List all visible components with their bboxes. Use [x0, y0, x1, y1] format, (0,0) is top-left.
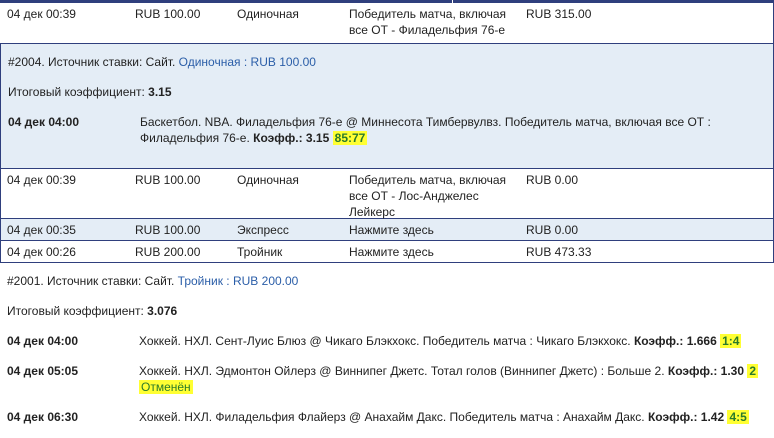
bet-selection: Победитель матча, включая все ОТ - Филад… — [349, 6, 506, 38]
event-score-badge: 1:4 — [720, 334, 742, 348]
detail-header: #2001. Источник ставки: Сайт. Тройник : … — [7, 274, 299, 288]
total-coef: Итоговый коэффициент: 3.15 — [8, 85, 172, 99]
bet-detail-2001: #2001. Источник ставки: Сайт. Тройник : … — [0, 263, 774, 438]
event-coef: Коэфф.: 1.42 — [647, 410, 725, 424]
click-here-link[interactable]: Нажмите здесь — [349, 244, 434, 260]
bet-type: Экспресс — [237, 223, 289, 237]
event-description: Хоккей. НХЛ. Сент-Луис Блюз @ Чикаго Блэ… — [139, 334, 742, 348]
bet-payout: RUB 473.33 — [526, 245, 592, 259]
bet-selection-line: все ОТ - Филадельфия 76-е — [349, 23, 506, 37]
bet-row[interactable]: 04 дек 00:39 RUB 100.00 Одиночная Победи… — [0, 3, 774, 44]
event-score-badge: 2 — [747, 364, 759, 378]
bet-row[interactable]: 04 дек 00:39 RUB 100.00 Одиночная Победи… — [0, 169, 774, 219]
bet-type: Одиночная — [237, 173, 299, 187]
bet-payout: RUB 0.00 — [526, 173, 579, 187]
bet-date: 04 дек 00:26 — [7, 245, 76, 259]
bet-type: Тройник — [237, 245, 283, 259]
event-description: Хоккей. НХЛ. Эдмонтон Ойлерз @ Виннипег … — [139, 364, 759, 394]
bet-date: 04 дек 00:39 — [7, 173, 76, 187]
event-description: Баскетбол. NBA. Филадельфия 76-е @ Минне… — [140, 115, 711, 145]
bet-amount: RUB 100.00 — [135, 223, 201, 237]
click-here-link[interactable]: Нажмите здесь — [349, 222, 434, 238]
event-time: 04 дек 05:05 — [7, 364, 79, 378]
detail-amount-link[interactable]: RUB 200.00 — [233, 274, 298, 288]
bet-amount: RUB 100.00 — [135, 173, 201, 187]
detail-amount-link[interactable]: RUB 100.00 — [251, 55, 316, 69]
bet-row[interactable]: 04 дек 00:35 RUB 100.00 Экспресс Нажмите… — [0, 219, 774, 241]
detail-type-link[interactable]: Тройник — [178, 274, 223, 288]
bet-type: Одиночная — [237, 7, 299, 21]
bet-date: 04 дек 00:39 — [7, 7, 76, 21]
event-coef: Коэфф.: 1.30 — [667, 364, 745, 378]
detail-type-link[interactable]: Одиночная — [179, 55, 241, 69]
event-score-badge: 4:5 — [727, 410, 749, 424]
bet-payout: RUB 0.00 — [526, 223, 579, 237]
event-time: 04 дек 04:00 — [7, 334, 79, 348]
bet-payout: RUB 315.00 — [526, 7, 592, 21]
bet-selection-line: Победитель матча, включая — [349, 7, 507, 21]
bet-amount: RUB 100.00 — [135, 7, 201, 21]
event-coef: Коэфф.: 3.15 — [253, 131, 330, 145]
event-score-badge: 85:77 — [332, 131, 368, 145]
bet-row[interactable]: 04 дек 00:26 RUB 200.00 Тройник Нажмите … — [0, 241, 774, 263]
event-coef: Коэфф.: 1.666 — [633, 334, 717, 348]
event-time: 04 дек 04:00 — [8, 115, 80, 129]
event-time: 04 дек 06:30 — [7, 410, 79, 424]
event-description: Хоккей. НХЛ. Филадельфия Флайерз @ Анаха… — [139, 410, 749, 424]
bet-selection: Победитель матча, включая все ОТ - Лос-А… — [349, 173, 507, 219]
bet-detail-2004: #2004. Источник ставки: Сайт. Одиночная … — [0, 44, 774, 169]
bet-date: 04 дек 00:35 — [7, 223, 76, 237]
total-coef: Итоговый коэффициент: 3.076 — [7, 304, 178, 318]
detail-header: #2004. Источник ставки: Сайт. Одиночная … — [8, 55, 316, 69]
bet-amount: RUB 200.00 — [135, 245, 201, 259]
event-status-badge: Отменён — [139, 380, 193, 394]
